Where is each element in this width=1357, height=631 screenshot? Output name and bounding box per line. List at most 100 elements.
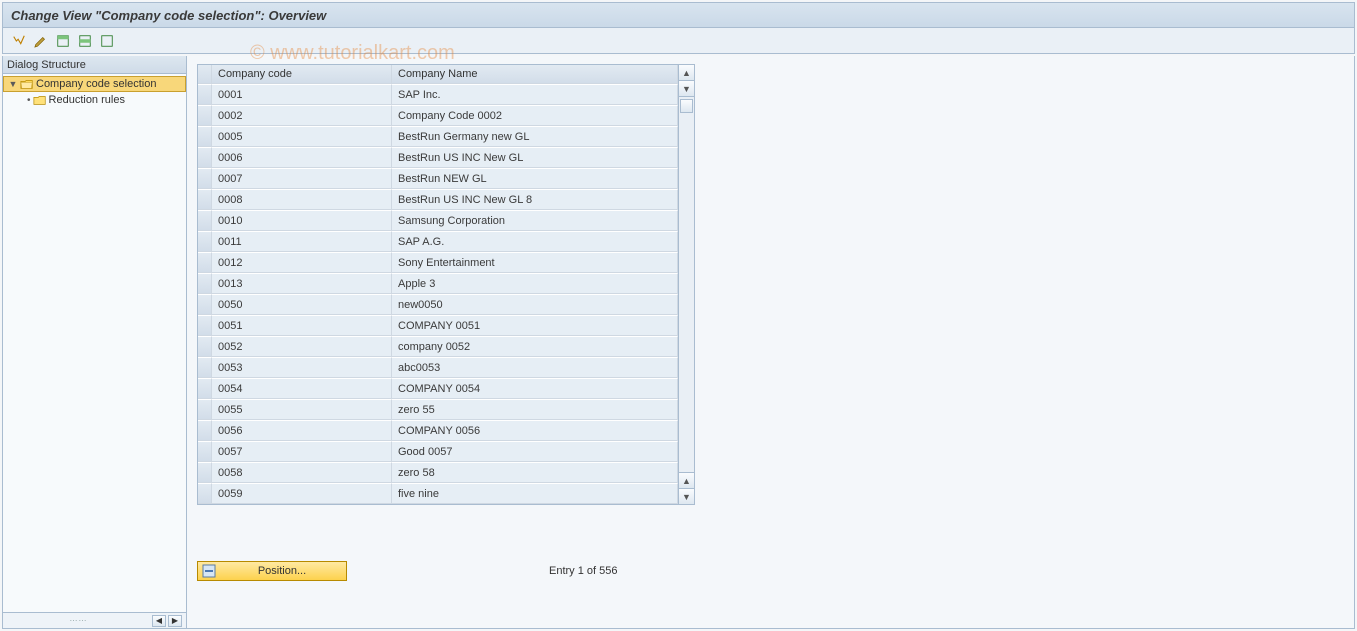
cell-company-name[interactable]: COMPANY 0054 — [392, 378, 678, 399]
table-row: 0007BestRun NEW GL — [198, 168, 678, 189]
scroll-up-button[interactable]: ▲ — [679, 65, 694, 81]
cell-company-name[interactable]: new0050 — [392, 294, 678, 315]
row-selector[interactable] — [198, 336, 212, 357]
cell-company-code[interactable]: 0051 — [212, 315, 392, 336]
table-row: 0054COMPANY 0054 — [198, 378, 678, 399]
cell-company-name[interactable]: BestRun NEW GL — [392, 168, 678, 189]
row-selector[interactable] — [198, 231, 212, 252]
table-row: 0002Company Code 0002 — [198, 105, 678, 126]
row-selector[interactable] — [198, 441, 212, 462]
scroll-up-step-button[interactable]: ▲ — [679, 472, 694, 488]
row-selector[interactable] — [198, 147, 212, 168]
cell-company-code[interactable]: 0005 — [212, 126, 392, 147]
cell-company-name[interactable]: zero 55 — [392, 399, 678, 420]
cell-company-name[interactable]: SAP A.G. — [392, 231, 678, 252]
row-selector[interactable] — [198, 189, 212, 210]
scroll-down-button[interactable]: ▼ — [679, 488, 694, 504]
cell-company-code[interactable]: 0008 — [212, 189, 392, 210]
row-selector[interactable] — [198, 483, 212, 504]
row-selector[interactable] — [198, 252, 212, 273]
cell-company-code[interactable]: 0010 — [212, 210, 392, 231]
cell-company-name[interactable]: five nine — [392, 483, 678, 504]
cell-company-code[interactable]: 0050 — [212, 294, 392, 315]
position-icon — [202, 564, 216, 578]
cell-company-code[interactable]: 0011 — [212, 231, 392, 252]
expander-icon[interactable]: ▼ — [8, 79, 18, 89]
row-selector[interactable] — [198, 294, 212, 315]
cell-company-name[interactable]: abc0053 — [392, 357, 678, 378]
column-header-name[interactable]: Company Name — [392, 65, 678, 84]
other-object-button[interactable] — [31, 32, 51, 50]
cell-company-name[interactable]: BestRun US INC New GL 8 — [392, 189, 678, 210]
cell-company-name[interactable]: Sony Entertainment — [392, 252, 678, 273]
cell-company-name[interactable]: Samsung Corporation — [392, 210, 678, 231]
row-selector[interactable] — [198, 315, 212, 336]
cell-company-code[interactable]: 0006 — [212, 147, 392, 168]
table-row: 0001SAP Inc. — [198, 84, 678, 105]
table-row: 0011SAP A.G. — [198, 231, 678, 252]
row-selector[interactable] — [198, 420, 212, 441]
table-row: 0052company 0052 — [198, 336, 678, 357]
select-all-button[interactable] — [53, 32, 73, 50]
cell-company-code[interactable]: 0054 — [212, 378, 392, 399]
scroll-thumb[interactable] — [680, 99, 693, 113]
scroll-right-button[interactable]: ▶ — [168, 615, 182, 627]
table-row: 0056COMPANY 0056 — [198, 420, 678, 441]
vertical-scrollbar: ▲ ▼ ▲ ▼ — [678, 65, 694, 504]
cell-company-code[interactable]: 0058 — [212, 462, 392, 483]
cell-company-code[interactable]: 0013 — [212, 273, 392, 294]
cell-company-name[interactable]: Good 0057 — [392, 441, 678, 462]
cell-company-code[interactable]: 0052 — [212, 336, 392, 357]
table-header-row: Company code Company Name — [198, 65, 678, 84]
sidebar-header: Dialog Structure — [3, 56, 186, 74]
select-block-button[interactable] — [75, 32, 95, 50]
resize-grip-icon[interactable]: ⋯⋯ — [7, 616, 150, 625]
cell-company-code[interactable]: 0002 — [212, 105, 392, 126]
column-header-code[interactable]: Company code — [212, 65, 392, 84]
row-selector[interactable] — [198, 357, 212, 378]
table-row: 0005BestRun Germany new GL — [198, 126, 678, 147]
cell-company-name[interactable]: BestRun Germany new GL — [392, 126, 678, 147]
toolbar — [2, 28, 1355, 54]
row-selector[interactable] — [198, 399, 212, 420]
sidebar-hscroll: ⋯⋯ ◀ ▶ — [3, 612, 186, 628]
tree-item-reduction-rules[interactable]: • Reduction rules — [3, 92, 186, 108]
row-selector[interactable] — [198, 105, 212, 126]
row-selector[interactable] — [198, 168, 212, 189]
row-selector[interactable] — [198, 273, 212, 294]
cell-company-code[interactable]: 0055 — [212, 399, 392, 420]
cell-company-name[interactable]: Company Code 0002 — [392, 105, 678, 126]
cell-company-code[interactable]: 0056 — [212, 420, 392, 441]
cell-company-code[interactable]: 0057 — [212, 441, 392, 462]
row-selector[interactable] — [198, 462, 212, 483]
folder-closed-icon — [33, 94, 47, 106]
cell-company-name[interactable]: company 0052 — [392, 336, 678, 357]
table-row: 0053abc0053 — [198, 357, 678, 378]
cell-company-name[interactable]: SAP Inc. — [392, 84, 678, 105]
position-button[interactable]: Position... — [197, 561, 347, 581]
scroll-down-step-button[interactable]: ▼ — [679, 81, 694, 97]
title-bar: Change View "Company code selection": Ov… — [2, 2, 1355, 28]
cell-company-name[interactable]: Apple 3 — [392, 273, 678, 294]
scroll-track[interactable] — [679, 97, 694, 472]
cell-company-name[interactable]: zero 58 — [392, 462, 678, 483]
cell-company-name[interactable]: BestRun US INC New GL — [392, 147, 678, 168]
cell-company-code[interactable]: 0001 — [212, 84, 392, 105]
cell-company-code[interactable]: 0053 — [212, 357, 392, 378]
cell-company-code[interactable]: 0059 — [212, 483, 392, 504]
row-selector[interactable] — [198, 210, 212, 231]
deselect-all-button[interactable] — [97, 32, 117, 50]
cell-company-code[interactable]: 0012 — [212, 252, 392, 273]
row-selector-header[interactable] — [198, 65, 212, 84]
table-row: 0013Apple 3 — [198, 273, 678, 294]
display-change-button[interactable] — [9, 32, 29, 50]
row-selector[interactable] — [198, 378, 212, 399]
cell-company-name[interactable]: COMPANY 0051 — [392, 315, 678, 336]
row-selector[interactable] — [198, 84, 212, 105]
cell-company-name[interactable]: COMPANY 0056 — [392, 420, 678, 441]
row-selector[interactable] — [198, 126, 212, 147]
company-code-table: Company code Company Name 0001SAP Inc.00… — [197, 64, 695, 505]
cell-company-code[interactable]: 0007 — [212, 168, 392, 189]
tree-item-company-code-selection[interactable]: ▼ Company code selection — [3, 76, 186, 92]
scroll-left-button[interactable]: ◀ — [152, 615, 166, 627]
